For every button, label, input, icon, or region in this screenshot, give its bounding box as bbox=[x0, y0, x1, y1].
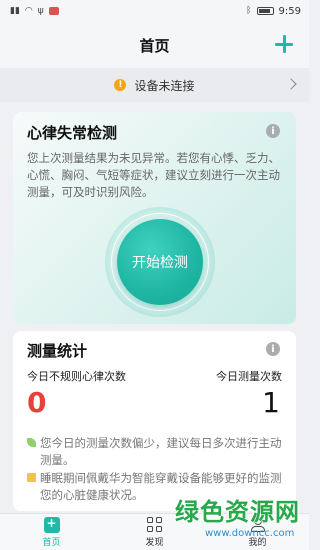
notification-badge-icon bbox=[48, 7, 59, 15]
nav-item-home[interactable]: 首页 bbox=[17, 516, 87, 548]
card-title: 测量统计 bbox=[27, 342, 88, 360]
grid-icon bbox=[146, 516, 163, 533]
card-description: 您上次测量结果为未见异常。若您有心悸、乏力、心慌、胸闷、气短等症状，建议立刻进行… bbox=[27, 151, 280, 199]
wifi-icon: ◠ bbox=[24, 5, 33, 16]
page-title: 首页 bbox=[139, 36, 170, 55]
tip-text: 睡眠期间佩戴华为智能穿戴设备能够更好的监测您的心脏健康状况。 bbox=[40, 471, 282, 502]
irregular-count-value: 0 bbox=[27, 386, 47, 419]
tip-text: 您今日的测量次数偏少，建议每日多次进行主动测量。 bbox=[40, 436, 282, 467]
chevron-right-icon bbox=[285, 78, 297, 90]
tip-item: 您今日的测量次数偏少，建议每日多次进行主动测量。 bbox=[27, 435, 289, 469]
nav-label: 我的 bbox=[248, 537, 267, 548]
status-icons-right: ᛒ 9:59 bbox=[246, 6, 301, 17]
nav-label: 发现 bbox=[145, 537, 164, 548]
warning-icon: ! bbox=[114, 79, 127, 91]
measure-count-label: 今日测量次数 bbox=[216, 370, 282, 383]
bottom-navigation: 首页 发现 我的 bbox=[0, 513, 309, 550]
status-time: 9:59 bbox=[278, 5, 301, 17]
info-icon[interactable]: i bbox=[266, 342, 280, 356]
arrhythmia-detection-card: 心律失常检测 i 您上次测量结果为未见异常。若您有心悸、乏力、心慌、胸闷、气短等… bbox=[13, 112, 296, 324]
usb-icon: ψ bbox=[37, 5, 44, 16]
leaf-icon bbox=[27, 438, 36, 447]
user-icon bbox=[250, 516, 266, 533]
info-icon[interactable]: i bbox=[266, 124, 280, 138]
battery-icon bbox=[256, 7, 274, 15]
home-icon bbox=[43, 516, 60, 533]
nav-item-discover[interactable]: 发现 bbox=[120, 516, 190, 548]
card-title: 心律失常检测 bbox=[27, 124, 118, 142]
status-icons-left: ▮▮ ◠ ψ bbox=[10, 5, 59, 16]
status-bar: ▮▮ ◠ ψ ᛒ 9:59 bbox=[0, 0, 309, 22]
nav-label: 首页 bbox=[42, 537, 61, 548]
bluetooth-icon: ᛒ bbox=[246, 5, 252, 16]
measure-count-value: 1 bbox=[262, 386, 280, 419]
start-detection-button[interactable]: 开始检测 bbox=[117, 219, 203, 305]
device-status-banner[interactable]: ! 设备未连接 bbox=[0, 68, 309, 102]
measurement-stats-card: 测量统计 i 今日不规则心律次数 今日测量次数 0 1 您今日的测量次数偏少，建… bbox=[13, 331, 296, 511]
irregular-count-label: 今日不规则心律次数 bbox=[27, 370, 126, 383]
tip-item: 睡眠期间佩戴华为智能穿戴设备能够更好的监测您的心脏健康状况。 bbox=[27, 470, 289, 504]
add-device-button[interactable] bbox=[273, 33, 295, 55]
signal-icon: ▮▮ bbox=[10, 5, 20, 16]
flag-icon bbox=[27, 473, 36, 482]
device-status-text: 设备未连接 bbox=[134, 78, 195, 93]
nav-item-me[interactable]: 我的 bbox=[223, 516, 293, 548]
title-bar: 首页 bbox=[0, 22, 309, 68]
